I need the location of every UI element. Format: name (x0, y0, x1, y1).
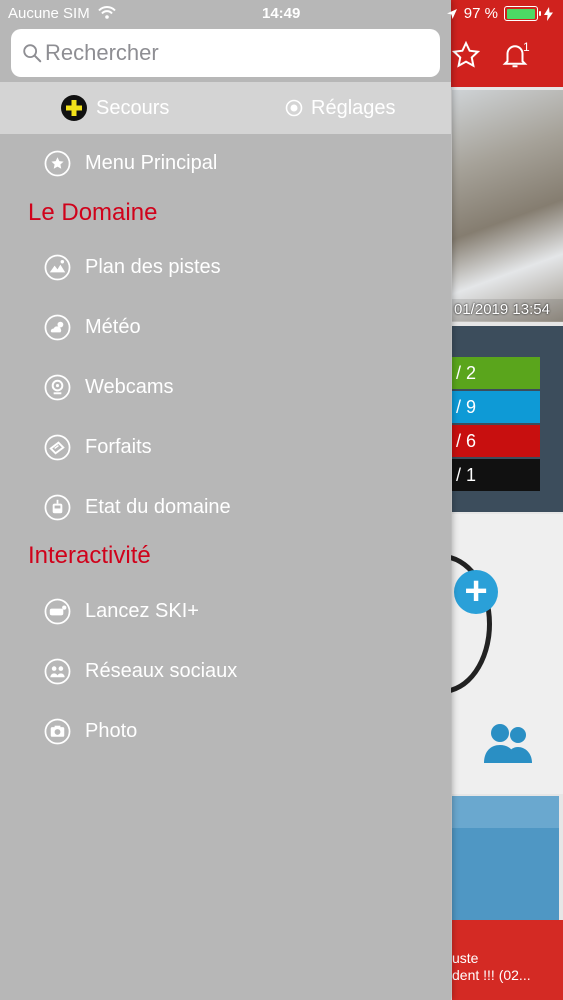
menu-item-forfaits-label: Forfaits (85, 435, 152, 458)
cable-car-icon (44, 494, 71, 520)
battery-icon (504, 6, 541, 21)
location-arrow-icon (446, 8, 457, 19)
menu-item-meteo-label: Météo (85, 315, 141, 338)
clock: 14:49 (262, 5, 301, 22)
menu-item-webcams-label: Webcams (85, 375, 174, 398)
piste-row-red: / 6 (452, 425, 540, 457)
carrier-info: Aucune SIM (8, 5, 116, 22)
camera-icon (44, 718, 71, 744)
menu-item-webcams[interactable]: Webcams (0, 359, 451, 415)
add-icon[interactable]: + (454, 570, 498, 614)
weather-icon (44, 314, 71, 340)
piste-row-green: / 2 (452, 357, 540, 389)
promo-card[interactable] (452, 796, 559, 920)
status-bar: Aucune SIM 14:49 97 % (0, 0, 563, 28)
lift-widget[interactable]: + (392, 514, 563, 794)
menu-item-photo[interactable]: Photo (0, 703, 451, 759)
mountain-map-icon (44, 254, 71, 280)
menu-item-meteo[interactable]: Météo (0, 299, 451, 355)
status-right: 97 % (446, 5, 553, 22)
tab-reglages[interactable]: Réglages (285, 82, 396, 134)
carrier-label: Aucune SIM (8, 5, 90, 22)
star-icon (44, 150, 71, 176)
notification-count: 1 (523, 40, 530, 54)
menu-item-ski-plus-label: Lancez SKI+ (85, 599, 199, 622)
drawer-tabs: Secours Réglages (0, 82, 451, 134)
search-icon (23, 44, 42, 63)
menu-item-plan-pistes-label: Plan des pistes (85, 255, 221, 278)
piste-row-blue: / 9 (452, 391, 540, 423)
rescue-cross-icon (61, 95, 87, 121)
menu-item-reseaux-sociaux-label: Réseaux sociaux (85, 659, 238, 682)
tab-reglages-label: Réglages (311, 96, 396, 119)
search-input[interactable] (45, 40, 425, 66)
side-drawer: Secours Réglages Menu Principal Le Domai… (0, 0, 451, 1000)
ticket-icon (44, 434, 71, 460)
menu-item-main[interactable]: Menu Principal (0, 135, 451, 191)
settings-radio-icon (285, 99, 303, 117)
ski-plus-icon (44, 598, 71, 624)
social-icon (44, 658, 71, 684)
menu-item-photo-label: Photo (85, 719, 138, 742)
piste-row-black: / 1 (452, 459, 540, 491)
wifi-icon (98, 6, 116, 19)
tab-secours[interactable]: Secours (60, 82, 169, 134)
webcam-date: 01/2019 13:54 (452, 299, 563, 321)
search-box[interactable] (11, 29, 440, 77)
section-title-domaine: Le Domaine (28, 199, 158, 226)
news-line-2: dent !!! (02... (452, 967, 531, 983)
news-banner[interactable]: uste dent !!! (02... (452, 920, 563, 1000)
battery-fill (506, 8, 535, 19)
menu-item-main-label: Menu Principal (85, 151, 218, 174)
section-title-interactivite: Interactivité (28, 542, 151, 569)
webcam-icon (44, 374, 71, 400)
menu-item-forfaits[interactable]: Forfaits (0, 419, 451, 475)
menu-item-etat-domaine-label: Etat du domaine (85, 495, 231, 518)
webcam-image[interactable] (452, 90, 563, 322)
battery-percent: 97 % (463, 5, 498, 22)
menu-item-ski-plus[interactable]: Lancez SKI+ (0, 583, 451, 639)
menu-item-reseaux-sociaux[interactable]: Réseaux sociaux (0, 643, 451, 699)
charging-bolt-icon (544, 6, 553, 21)
users-icon[interactable] (480, 719, 536, 765)
news-line-1: uste (452, 950, 479, 966)
promo-card-header (452, 796, 559, 828)
pistes-summary[interactable]: / 2 / 9 / 6 / 1 (452, 326, 563, 512)
tab-secours-label: Secours (96, 96, 170, 119)
favorite-star-icon[interactable] (451, 40, 481, 70)
menu-item-plan-pistes[interactable]: Plan des pistes (0, 239, 451, 295)
menu-item-etat-domaine[interactable]: Etat du domaine (0, 479, 451, 535)
